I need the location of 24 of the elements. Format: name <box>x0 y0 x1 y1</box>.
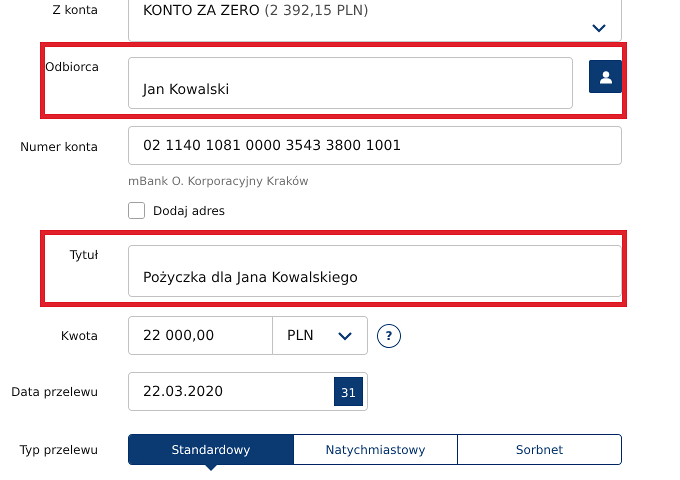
field-label: Data przelewu <box>11 384 98 398</box>
checkbox[interactable]: Dodaj adres <box>128 202 225 219</box>
field-label: Typ przelewu <box>20 442 98 456</box>
input-field[interactable]: 02 1140 1081 0000 3543 3800 1001 <box>128 126 622 165</box>
calendar-button[interactable]: 31 <box>334 377 363 406</box>
input-field[interactable]: Pożyczka dla Jana Kowalskiego <box>128 245 622 297</box>
field-label: Odbiorca <box>45 60 99 74</box>
amount-field[interactable]: 22 000,00 <box>128 316 273 355</box>
chevron-down-icon <box>337 330 353 340</box>
field-label: Z konta <box>52 3 98 17</box>
field-label: Numer konta <box>20 140 98 154</box>
chevron-down-icon <box>591 23 607 33</box>
currency-select[interactable]: PLN <box>273 316 368 355</box>
transfer-type-tab[interactable]: Standardowy <box>129 435 293 464</box>
field-label: Tytuł <box>70 248 98 262</box>
date-field[interactable]: 22.03.2020 31 <box>128 372 368 411</box>
help-button[interactable]: ? <box>377 324 401 348</box>
account-select[interactable]: KONTO ZA ZERO (2 392,15 PLN) <box>128 0 622 42</box>
contacts-button[interactable] <box>589 60 622 93</box>
person-icon <box>598 70 612 84</box>
transfer-type-tab[interactable]: Sorbnet <box>457 435 621 464</box>
input-field[interactable]: Jan Kowalski <box>128 57 573 109</box>
field-label: Kwota <box>60 328 98 342</box>
bank-name: mBank O. Korporacyjny Kraków <box>128 174 310 188</box>
